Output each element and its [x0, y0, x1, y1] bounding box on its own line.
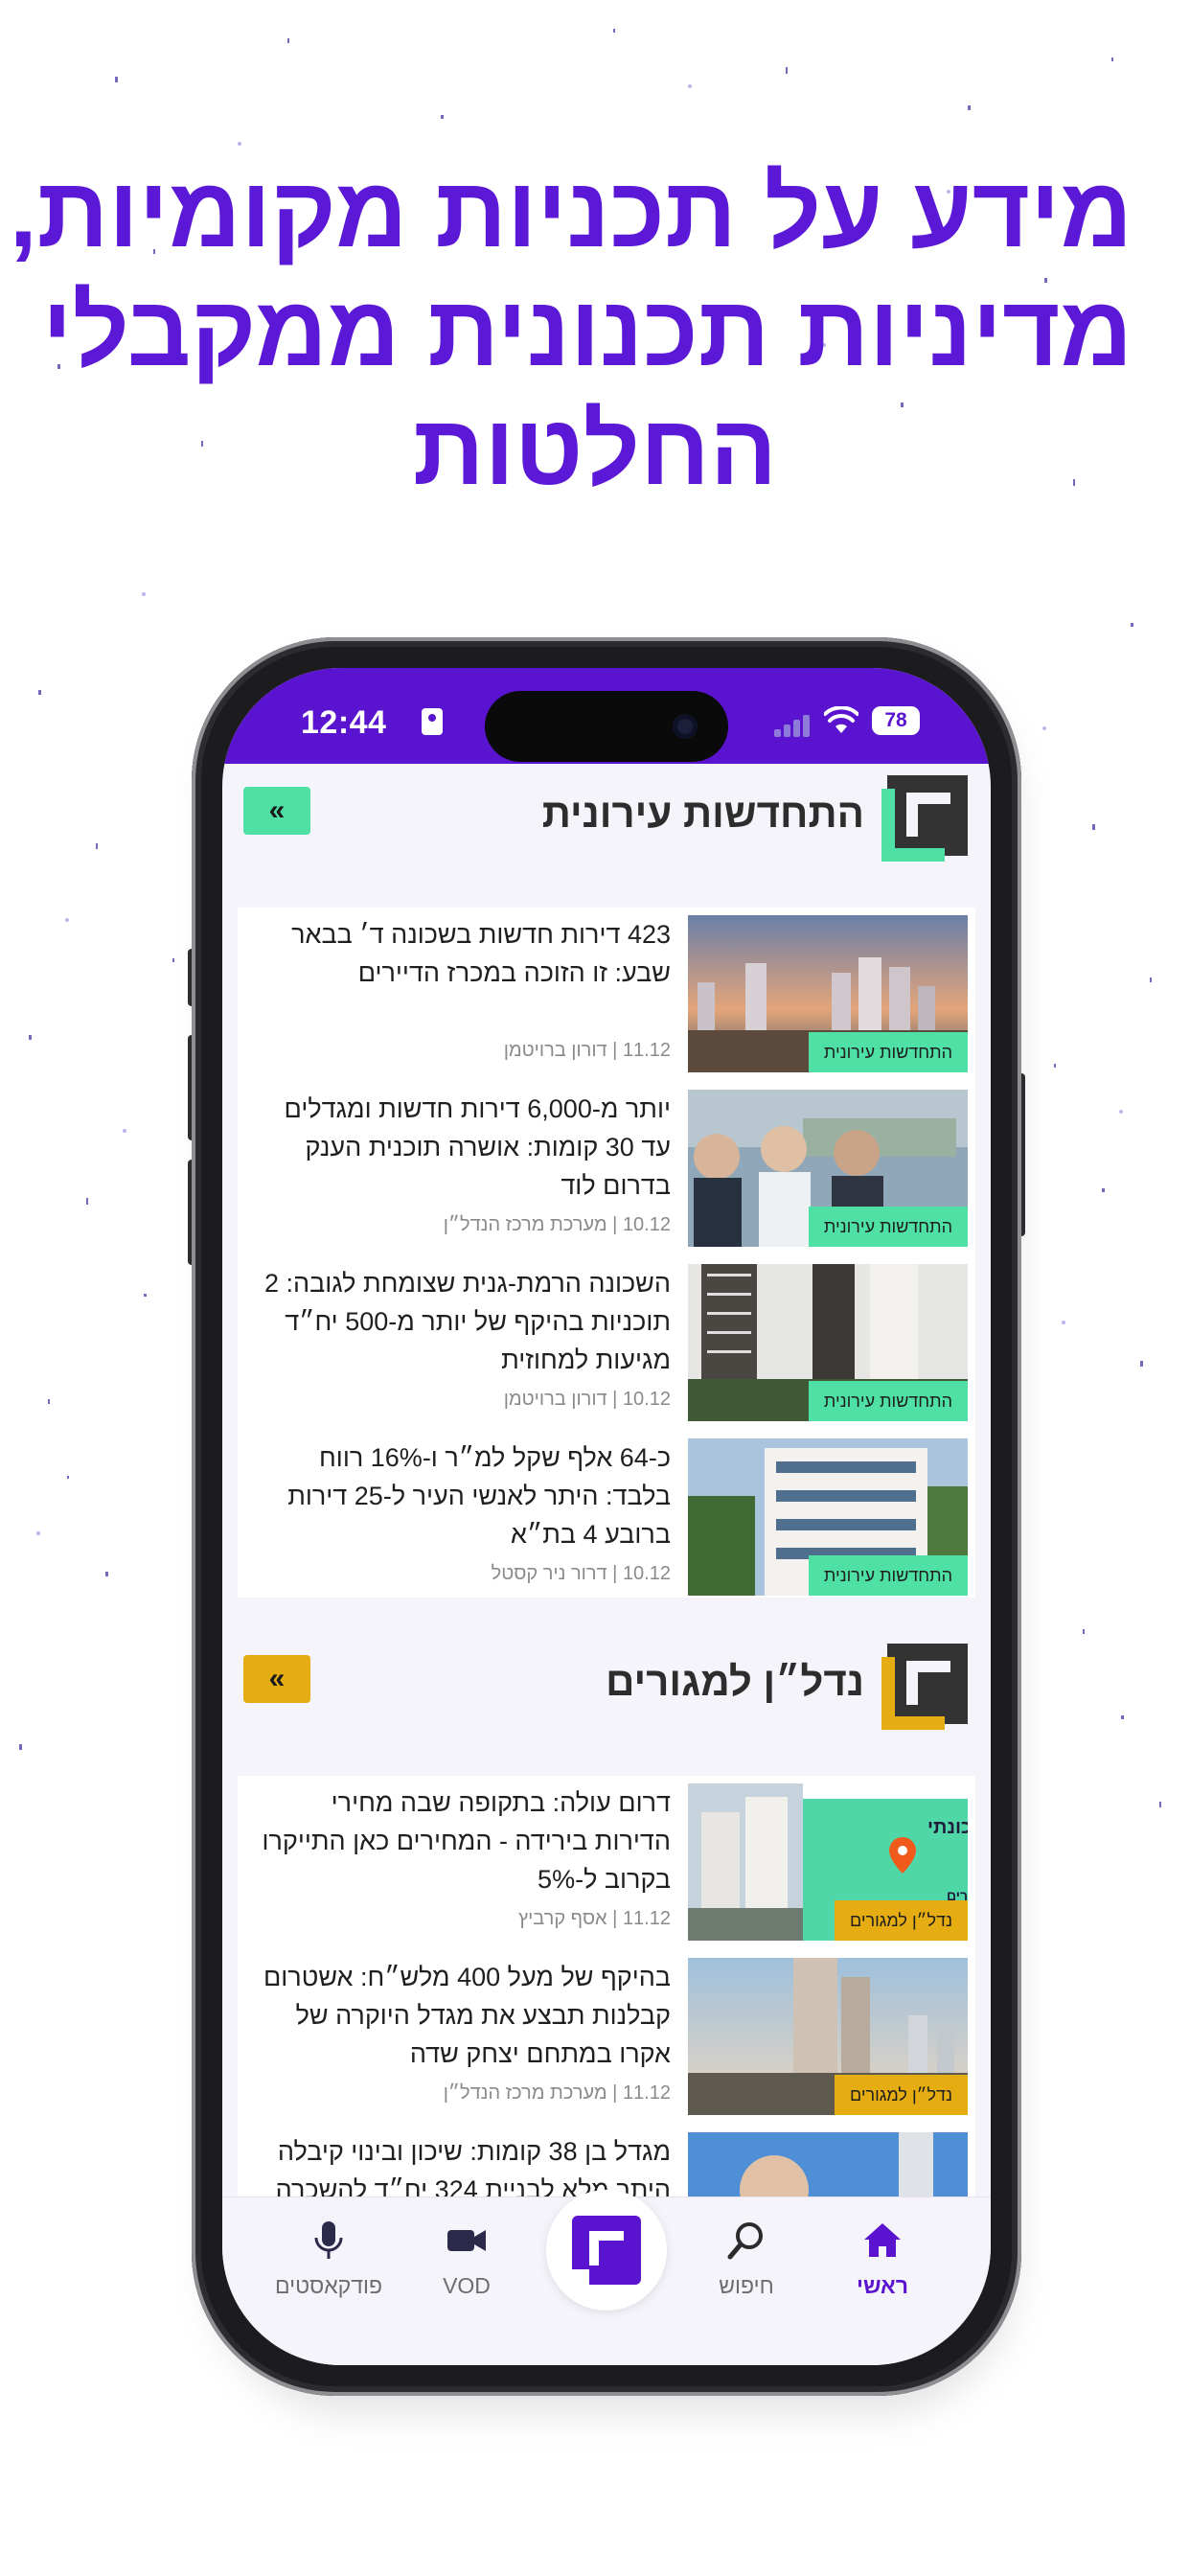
- cellular-signal-icon: [774, 714, 812, 737]
- article-category-tag: נדל״ן למגורים: [834, 2075, 968, 2115]
- article-title[interactable]: דרום עולה: בתקופה שבה מחירי הדירות ביריד…: [249, 1783, 671, 1898]
- camera-icon: [673, 714, 698, 739]
- article-card[interactable]: התחדשות עירונית 423 דירות חדשות בשכונה ד…: [238, 908, 975, 1072]
- app-logo-icon: [572, 2216, 641, 2285]
- bottom-tab-bar: ראשי חיפוש VOD פודקאסטים: [222, 2190, 991, 2365]
- article-thumbnail: התחדשות עירונית: [688, 1438, 968, 1596]
- headline-line-1: מידע על תכניות מקומיות,: [9, 157, 1133, 268]
- article-thumbnail: התחדשות עירונית: [688, 915, 968, 1072]
- home-logo-button[interactable]: [546, 2190, 667, 2311]
- article-meta: 11.12 | דורון ברויטמן: [503, 1040, 671, 1061]
- tab-vod[interactable]: VOD: [404, 2219, 529, 2299]
- headline-line-3: החלטות: [412, 395, 778, 506]
- status-bar: 12:44 78: [222, 668, 991, 764]
- tab-label: פודקאסטים: [275, 2273, 382, 2298]
- article-list-residential: המדד השכונתי שכונות נאות הדרים נדל״ן למג…: [238, 1776, 975, 2259]
- section-header-residential: נדל״ן למגורים «: [222, 1638, 991, 1743]
- article-title[interactable]: יותר מ-6,000 דירות חדשות ומגדלים עד 30 ק…: [249, 1090, 671, 1205]
- article-meta: 10.12 | דורון ברויטמן: [503, 1389, 671, 1410]
- section-title: נדל״ן למגורים: [606, 1659, 864, 1704]
- wifi-icon: [824, 706, 858, 733]
- article-category-tag: התחדשות עירונית: [808, 1032, 968, 1072]
- section-logo-icon: [881, 1644, 968, 1730]
- promo-headline: מידע על תכניות מקומיות, מדיניות תכנונית …: [9, 153, 1133, 510]
- article-card[interactable]: התחדשות עירונית השכונה הרמת-גנית שצומחת …: [238, 1256, 975, 1421]
- status-time: 12:44: [301, 704, 387, 741]
- article-category-tag: התחדשות עירונית: [808, 1207, 968, 1247]
- section-header-urban-renewal: התחדשות עירונית «: [222, 770, 991, 875]
- article-meta: 11.12 | אסף קרביץ: [518, 1908, 671, 1929]
- article-meta: 10.12 | דרור ניר קסטל: [491, 1563, 671, 1584]
- tab-label: VOD: [443, 2273, 491, 2298]
- tab-search[interactable]: חיפוש: [684, 2219, 809, 2299]
- article-list-urban-renewal: התחדשות עירונית 423 דירות חדשות בשכונה ד…: [238, 908, 975, 1598]
- article-category-tag: התחדשות עירונית: [808, 1555, 968, 1596]
- dynamic-island: [485, 691, 728, 762]
- tab-home[interactable]: ראשי: [820, 2219, 945, 2299]
- article-category-tag: התחדשות עירונית: [808, 1381, 968, 1421]
- article-title[interactable]: השכונה הרמת-גנית שצומחת לגובה: 2 תוכניות…: [249, 1264, 671, 1379]
- image-overlay-text: המדד השכונתי: [927, 1817, 968, 1838]
- article-thumbnail: התחדשות עירונית: [688, 1264, 968, 1421]
- home-icon: [864, 2223, 901, 2257]
- article-card[interactable]: נדל״ן למגורים בהיקף של מעל 400 מלש״ח: אש…: [238, 1950, 975, 2115]
- article-thumbnail: המדד השכונתי שכונות נאות הדרים נדל״ן למג…: [688, 1783, 968, 1941]
- article-title[interactable]: 423 דירות חדשות בשכונה ד׳ בבאר שבע: זו ה…: [249, 915, 671, 992]
- section-more-button[interactable]: «: [243, 1655, 310, 1703]
- article-title[interactable]: כ-64 אלף שקל למ״ר ו-16% רווח בלבד: היתר …: [249, 1438, 671, 1553]
- section-logo-icon: [881, 775, 968, 862]
- feed-content: התחדשות עירונית « התחדשות עירונית 423 די…: [222, 764, 991, 2259]
- section-title: התחדשות עירונית: [541, 791, 864, 836]
- tab-label: חיפוש: [719, 2273, 774, 2298]
- article-title[interactable]: בהיקף של מעל 400 מלש״ח: אשטרום קבלנות תב…: [249, 1958, 671, 2073]
- tab-label: ראשי: [857, 2273, 908, 2298]
- headline-line-2: מדיניות תכנונית ממקבלי: [41, 276, 1133, 387]
- article-category-tag: נדל״ן למגורים: [834, 1900, 968, 1941]
- article-thumbnail: התחדשות עירונית: [688, 1090, 968, 1247]
- article-thumbnail: נדל״ן למגורים: [688, 1958, 968, 2115]
- phone-screen: 12:44 78 התחדשות עירונית « התחדשות עירונ…: [222, 668, 991, 2365]
- microphone-icon: [314, 2221, 343, 2259]
- article-meta: 11.12 | מערכת מרכז הנדל״ן: [443, 2082, 671, 2104]
- tab-podcasts[interactable]: פודקאסטים: [266, 2219, 391, 2299]
- contact-card-icon: [422, 708, 443, 735]
- video-camera-icon: [447, 2230, 486, 2251]
- article-meta: 10.12 | מערכת מרכז הנדל״ן: [443, 1214, 671, 1235]
- article-card[interactable]: המדד השכונתי שכונות נאות הדרים נדל״ן למג…: [238, 1776, 975, 1941]
- article-card[interactable]: התחדשות עירונית יותר מ-6,000 דירות חדשות…: [238, 1082, 975, 1247]
- phone-frame: 12:44 78 התחדשות עירונית « התחדשות עירונ…: [192, 637, 1021, 2396]
- search-icon: [727, 2222, 763, 2260]
- battery-indicator: 78: [872, 706, 920, 735]
- article-card[interactable]: התחדשות עירונית כ-64 אלף שקל למ״ר ו-16% …: [238, 1431, 975, 1596]
- section-more-button[interactable]: «: [243, 787, 310, 835]
